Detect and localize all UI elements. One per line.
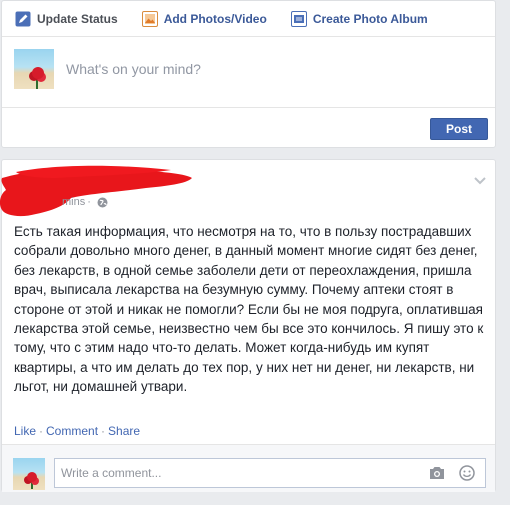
avatar-flower xyxy=(32,67,44,79)
action-separator: · xyxy=(39,424,44,438)
post-timestamp[interactable]: mins xyxy=(62,196,85,208)
post-meta: mins · xyxy=(62,196,108,208)
tab-update-status[interactable]: Update Status xyxy=(15,11,118,27)
camera-icon[interactable] xyxy=(429,466,445,480)
globe-icon[interactable] xyxy=(97,197,108,208)
tab-create-photo-album-label: Create Photo Album xyxy=(312,11,428,26)
action-separator: · xyxy=(101,424,106,438)
status-composer: Update Status Add Photos/Video Create Ph… xyxy=(1,0,496,148)
meta-separator: · xyxy=(87,196,91,208)
composer-footer: Post xyxy=(2,107,495,147)
pencil-icon xyxy=(15,11,31,27)
smiley-icon[interactable] xyxy=(459,465,475,481)
comment-box xyxy=(54,458,486,488)
status-input[interactable] xyxy=(66,61,466,77)
tab-update-status-label: Update Status xyxy=(37,11,118,26)
commenter-avatar xyxy=(13,458,45,490)
post-text: Есть такая информация, что несмотря на т… xyxy=(14,224,484,395)
album-icon xyxy=(290,10,307,27)
tab-add-photos-video-label: Add Photos/Video xyxy=(163,11,267,26)
feed-post: mins · Есть такая информация, что несмот… xyxy=(0,159,496,492)
avatar xyxy=(14,49,54,89)
author-name-redaction xyxy=(0,165,192,217)
comment-area xyxy=(2,444,495,492)
chevron-down-icon[interactable] xyxy=(474,174,486,185)
composer-tabs: Update Status Add Photos/Video Create Ph… xyxy=(2,1,495,37)
comment-input[interactable] xyxy=(61,466,421,480)
avatar-flower xyxy=(27,472,37,482)
tab-add-photos-video[interactable]: Add Photos/Video xyxy=(141,10,267,27)
post-actions: Like · Comment · Share xyxy=(14,424,140,438)
tab-create-photo-album[interactable]: Create Photo Album xyxy=(290,10,428,27)
share-link[interactable]: Share xyxy=(108,424,140,438)
photo-icon xyxy=(141,10,158,27)
like-link[interactable]: Like xyxy=(14,424,36,438)
comment-link[interactable]: Comment xyxy=(46,424,98,438)
composer-body xyxy=(2,37,495,107)
post-button[interactable]: Post xyxy=(430,118,488,140)
